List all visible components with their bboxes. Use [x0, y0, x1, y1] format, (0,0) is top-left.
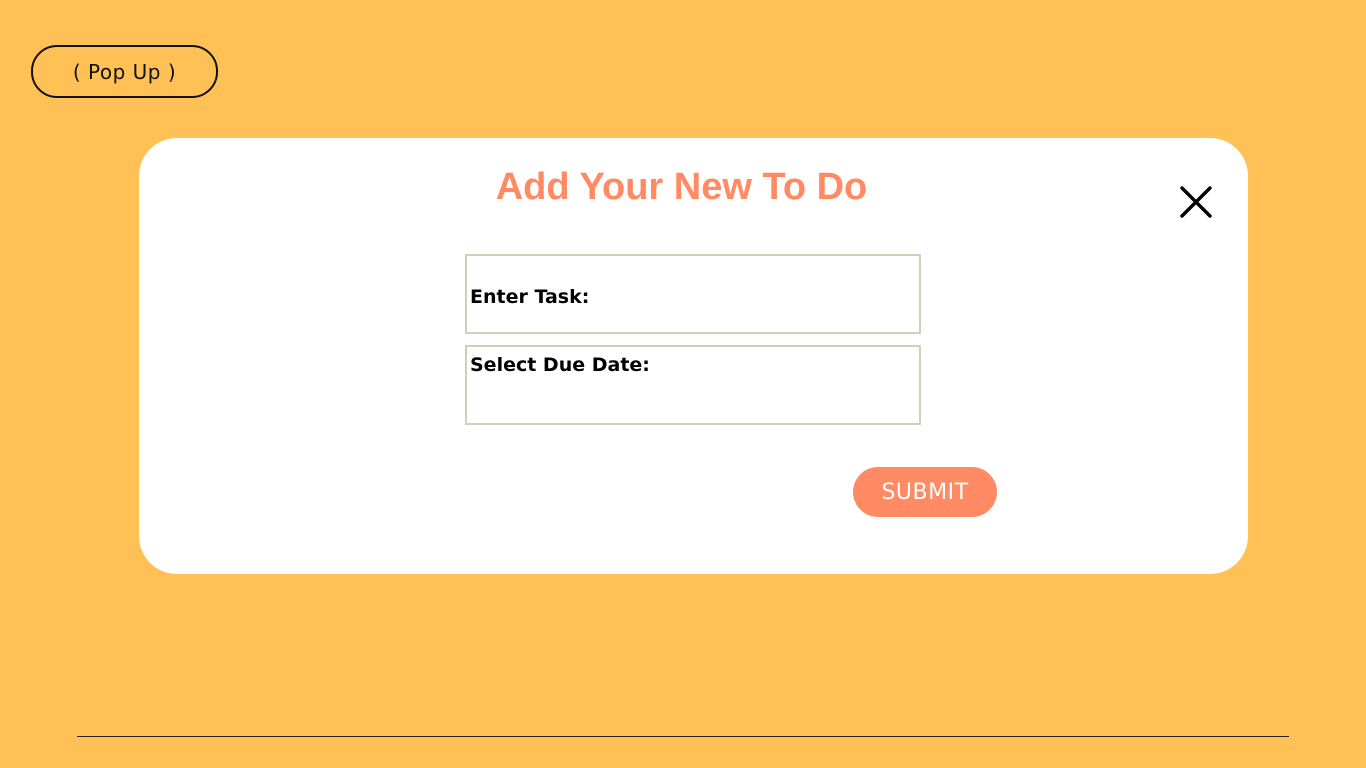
- task-field[interactable]: Enter Task:: [465, 254, 921, 334]
- submit-button[interactable]: SUBMIT: [853, 467, 997, 517]
- modal-title: Add Your New To Do: [495, 166, 868, 208]
- task-input[interactable]: [467, 256, 919, 332]
- close-button[interactable]: [1177, 183, 1215, 221]
- add-todo-modal: Add Your New To Do Enter Task: Select Du…: [139, 138, 1248, 574]
- due-date-field[interactable]: Select Due Date:: [465, 345, 921, 425]
- bottom-divider: [77, 736, 1289, 737]
- close-icon: [1180, 186, 1212, 218]
- popup-tag: ( Pop Up ): [31, 45, 218, 98]
- due-date-input[interactable]: [467, 347, 919, 423]
